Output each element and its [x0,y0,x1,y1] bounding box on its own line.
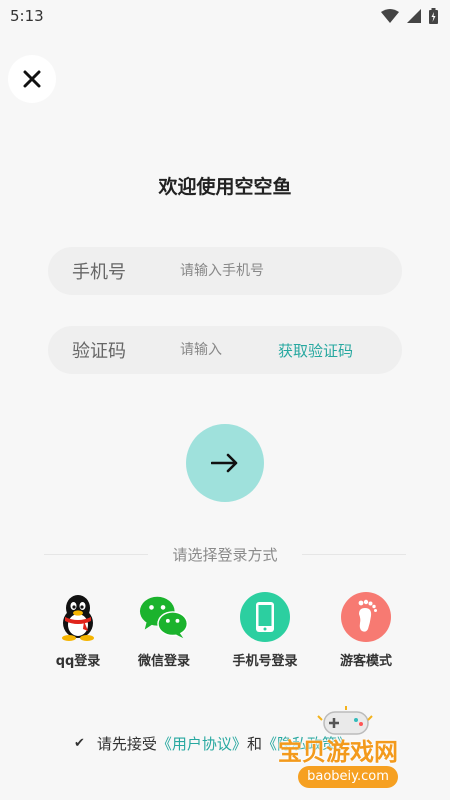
qq-penguin-icon [53,592,103,642]
agreement-prefix: 请先接受 [96,734,157,753]
phone-input[interactable] [180,256,330,286]
qq-login-label: qq登录 [55,654,101,669]
phone-login-label: 手机号登录 [232,654,298,669]
battery-icon [429,8,438,24]
watermark-url: baobeiy.com [298,766,398,788]
footprint-icon [341,592,391,642]
welcome-title: 欢迎使用空空鱼 [158,176,292,198]
wechat-login-label: 微信登录 [137,654,190,669]
phone-login-option[interactable]: 手机号登录 [220,592,310,669]
divider-line-right [302,554,406,555]
user-agreement-link[interactable]: 《用户协议》 [157,733,247,754]
get-code-button[interactable]: 获取验证码 [278,340,353,361]
code-label: 验证码 [72,341,126,362]
submit-arrow-button[interactable] [186,424,264,502]
agreement-and: 和 [246,734,262,753]
phone-icon [240,592,290,642]
site-watermark: 宝贝游戏网 baobeiy.com [278,704,418,796]
close-button[interactable] [8,55,56,103]
signal-icon [407,9,421,23]
code-input[interactable] [180,335,270,365]
close-icon [23,70,41,88]
wifi-icon [381,9,399,23]
status-icons [381,8,438,24]
qq-login-option[interactable]: qq登录 [33,592,123,669]
arrow-right-icon [211,453,238,473]
guest-mode-option[interactable]: 游客模式 [321,592,411,669]
wechat-login-option[interactable]: 微信登录 [119,592,209,669]
wechat-icon [139,592,189,642]
status-bar: 5:13 [0,0,450,32]
phone-label: 手机号 [72,262,126,283]
phone-field[interactable]: 手机号 [48,247,402,295]
code-field[interactable]: 验证码 获取验证码 [48,326,402,374]
agreement-checkbox[interactable]: ✔ [74,736,85,751]
status-time: 5:13 [10,7,44,25]
watermark-brand: 宝贝游戏网 [278,738,398,766]
guest-mode-label: 游客模式 [339,654,392,669]
